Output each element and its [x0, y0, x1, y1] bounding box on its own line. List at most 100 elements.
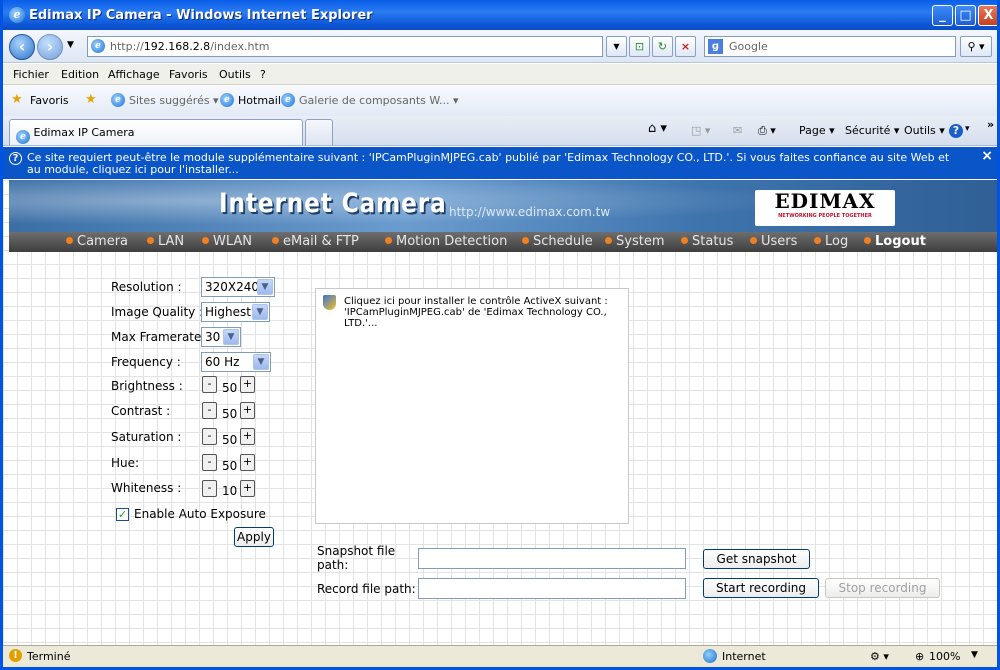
search-button[interactable]: ⚲ ▾: [960, 36, 992, 57]
tab-page-icon: e: [16, 130, 30, 144]
url-input[interactable]: e http://192.168.2.8/index.htm: [87, 36, 603, 57]
hue-increase-button[interactable]: +: [240, 454, 255, 471]
saturation-increase-button[interactable]: +: [240, 428, 255, 445]
whiteness-increase-button[interactable]: +: [240, 480, 255, 497]
resolution-select[interactable]: 320X240 ▼: [201, 277, 275, 297]
start-recording-button[interactable]: Start recording: [703, 578, 819, 598]
refresh-icon[interactable]: ↻: [652, 36, 673, 57]
snapshot-path-input[interactable]: [418, 548, 686, 569]
feeds-icon[interactable]: ◳ ▾: [691, 124, 710, 137]
stop-icon[interactable]: ×: [675, 36, 696, 57]
close-button[interactable]: X: [978, 5, 997, 26]
frequency-value: 60 Hz: [205, 355, 240, 369]
zone-text: Internet: [722, 650, 766, 663]
image-quality-label: Image Quality :: [111, 305, 204, 319]
ie-logo-icon: e: [9, 7, 25, 23]
security-menu[interactable]: Sécurité ▾: [845, 124, 899, 137]
nav-log[interactable]: Log: [814, 234, 848, 249]
tab-bar: e Edimax IP Camera ⌂ ▾ ◳ ▾ ✉ ⎙ ▾ Page ▾ …: [3, 116, 997, 146]
saturation-label: Saturation :: [111, 430, 182, 444]
nav-schedule[interactable]: Schedule: [522, 234, 593, 249]
url-host: 192.168.2.8: [143, 40, 211, 53]
menu-fichier[interactable]: Fichier: [13, 68, 49, 81]
activex-install-panel[interactable]: Cliquez ici pour installer le contrôle A…: [315, 288, 629, 524]
nav-users[interactable]: Users: [750, 234, 797, 249]
back-button[interactable]: ‹: [9, 34, 35, 60]
contrast-decrease-button[interactable]: -: [202, 402, 217, 419]
home-icon[interactable]: ⌂ ▾: [648, 121, 667, 136]
brightness-decrease-button[interactable]: -: [202, 376, 217, 393]
suggested-sites-link[interactable]: Sites suggérés ▾: [129, 94, 219, 107]
hue-decrease-button[interactable]: -: [202, 454, 217, 471]
page-menu[interactable]: Page ▾: [799, 124, 835, 137]
add-favorite-icon[interactable]: ★: [85, 92, 97, 107]
search-input[interactable]: g Google: [704, 36, 956, 57]
contrast-increase-button[interactable]: +: [240, 402, 255, 419]
menu-edition[interactable]: Edition: [61, 68, 99, 81]
history-dropdown-icon[interactable]: ▼: [67, 40, 74, 50]
max-framerate-select[interactable]: 30 ▼: [201, 327, 241, 347]
protected-mode-icon[interactable]: ⚙ ▾: [870, 650, 889, 663]
menu-bar: Fichier Edition Affichage Favoris Outils…: [3, 64, 997, 85]
brightness-label: Brightness :: [111, 379, 183, 393]
zoom-level[interactable]: 100%: [929, 650, 960, 663]
zoom-dropdown-icon[interactable]: ▼: [971, 650, 978, 660]
compatibility-icon[interactable]: ⊡: [629, 36, 650, 57]
nav-email-ftp[interactable]: eMail & FTP: [272, 234, 359, 249]
nav-camera[interactable]: Camera: [66, 234, 128, 249]
record-path-input[interactable]: [418, 578, 686, 599]
max-framerate-label: Max Framerate :: [111, 330, 210, 344]
activex-install-text[interactable]: Cliquez ici pour installer le contrôle A…: [344, 296, 614, 329]
tools-menu[interactable]: Outils ▾: [904, 124, 945, 137]
web-slice-gallery-link[interactable]: Galerie de composants W... ▾: [299, 94, 459, 107]
nav-wlan[interactable]: WLAN: [202, 234, 252, 249]
menu-outils[interactable]: Outils: [219, 68, 251, 81]
new-tab-button[interactable]: [305, 119, 333, 145]
information-bar[interactable]: ? Ce site requiert peut-être le module s…: [3, 147, 997, 179]
max-framerate-value: 30: [205, 330, 221, 344]
search-placeholder: Google: [729, 40, 768, 53]
banner-url: http://www.edimax.com.tw: [449, 205, 611, 219]
info-icon: ?: [9, 152, 22, 165]
saturation-value: 50: [222, 433, 238, 447]
url-prefix: http://: [110, 40, 144, 53]
favorites-bar: ★ Favoris ★ e Sites suggérés ▾ e Hotmail…: [3, 86, 997, 116]
more-commands-button[interactable]: »: [987, 118, 994, 131]
menu-affichage[interactable]: Affichage: [108, 68, 160, 81]
url-dropdown-button[interactable]: ▼: [606, 36, 627, 57]
brightness-increase-button[interactable]: +: [240, 376, 255, 393]
menu-favoris[interactable]: Favoris: [169, 68, 208, 81]
auto-exposure-checkbox[interactable]: ✓: [116, 508, 129, 521]
tab-edimax[interactable]: e Edimax IP Camera: [9, 119, 303, 145]
whiteness-decrease-button[interactable]: -: [202, 480, 217, 497]
nav-motion-detection[interactable]: Motion Detection: [385, 234, 507, 249]
help-icon[interactable]: ?: [949, 124, 963, 138]
forward-button[interactable]: ›: [37, 34, 63, 60]
maximize-button[interactable]: □: [955, 5, 976, 26]
mail-icon[interactable]: ✉: [733, 124, 742, 137]
minimize-button[interactable]: _: [932, 5, 953, 26]
help-dropdown-icon[interactable]: ▾: [965, 124, 970, 134]
information-bar-close-icon[interactable]: ×: [981, 149, 993, 163]
nav-system[interactable]: System: [605, 234, 664, 249]
nav-lan[interactable]: LAN: [147, 234, 184, 249]
hotmail-link[interactable]: Hotmail: [238, 94, 281, 107]
banner-title: Internet Camera: [219, 188, 447, 219]
sites-page-icon: e: [111, 92, 125, 107]
print-icon[interactable]: ⎙ ▾: [758, 124, 776, 138]
logo-text: EDIMAX: [774, 189, 876, 213]
status-text: Terminé: [27, 650, 71, 663]
contrast-value: 50: [222, 407, 238, 421]
menu-help[interactable]: ?: [260, 68, 266, 81]
frequency-select[interactable]: 60 Hz ▼: [201, 352, 271, 372]
apply-button[interactable]: Apply: [234, 527, 274, 547]
nav-status[interactable]: Status: [681, 234, 733, 249]
globe-icon: [703, 649, 717, 663]
information-bar-text[interactable]: Ce site requiert peut-être le module sup…: [27, 152, 957, 176]
zoom-icon[interactable]: ⊕: [915, 650, 924, 663]
nav-logout[interactable]: Logout: [864, 234, 926, 249]
saturation-decrease-button[interactable]: -: [202, 428, 217, 445]
get-snapshot-button[interactable]: Get snapshot: [703, 549, 810, 569]
image-quality-select[interactable]: Highest ▼: [201, 302, 270, 322]
favorites-button[interactable]: Favoris: [30, 94, 69, 107]
